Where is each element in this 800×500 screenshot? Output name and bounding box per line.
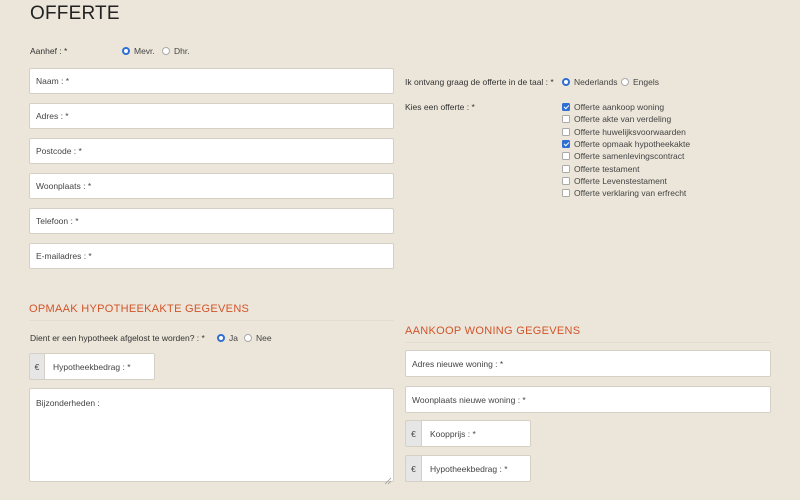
language-radio-en[interactable]: Engels: [621, 77, 659, 87]
euro-prefix: €: [405, 420, 421, 447]
salutation-label: Aanhef : *: [30, 46, 68, 56]
city-field[interactable]: Woonplaats : *: [29, 173, 394, 199]
new-city-field[interactable]: Woonplaats nieuwe woning : *: [405, 386, 771, 413]
offer-option-hypotheekakte[interactable]: Offerte opmaak hypotheekakte: [562, 138, 690, 150]
radio-unselected-icon: [162, 47, 170, 55]
offer-option-aankoop[interactable]: Offerte aankoop woning: [562, 101, 690, 113]
radio-label: Dhr.: [174, 46, 190, 56]
radio-label: Nee: [256, 333, 272, 343]
offer-choice-label: Kies een offerte : *: [405, 102, 475, 112]
mortgage-amount-field[interactable]: Hypotheekbedrag : *: [44, 353, 155, 380]
offer-option-verdeling[interactable]: Offerte akte van verdeling: [562, 113, 690, 125]
radio-selected-icon: [217, 334, 225, 342]
language-radio-nl[interactable]: Nederlands: [562, 77, 617, 87]
checkbox-label: Offerte akte van verdeling: [574, 114, 672, 125]
email-field[interactable]: E-mailadres : *: [29, 243, 394, 269]
radio-label: Engels: [633, 77, 659, 87]
new-address-field[interactable]: Adres nieuwe woning : *: [405, 350, 771, 377]
page-title: OFFERTE: [30, 3, 120, 24]
checkbox-checked-icon: [562, 140, 570, 149]
resize-handle-icon[interactable]: [384, 472, 392, 485]
radio-selected-icon: [122, 47, 130, 55]
checkbox-checked-icon: [562, 103, 570, 112]
purchase-mortgage-field[interactable]: Hypotheekbedrag : *: [421, 455, 531, 482]
checkbox-icon: [562, 164, 570, 173]
checkbox-label: Offerte opmaak hypotheekakte: [574, 139, 691, 150]
section-divider: [405, 342, 771, 343]
euro-prefix: €: [29, 353, 44, 380]
phone-field[interactable]: Telefoon : *: [29, 208, 394, 234]
radio-label: Nederlands: [574, 77, 618, 87]
mortgage-section-heading: OPMAAK HYPOTHEEKAKTE GEGEVENS: [29, 303, 250, 315]
postcode-field[interactable]: Postcode : *: [29, 138, 394, 164]
checkbox-label: Offerte testament: [574, 163, 640, 174]
radio-unselected-icon: [244, 334, 252, 342]
checkbox-label: Offerte Levenstestament: [574, 175, 667, 186]
checkbox-label: Offerte huwelijksvoorwaarden: [574, 126, 686, 137]
checkbox-icon: [562, 189, 570, 198]
radio-label: Ja: [229, 333, 238, 343]
checkbox-label: Offerte verklaring van erfrecht: [574, 188, 687, 199]
checkbox-icon: [562, 115, 570, 124]
salutation-radio-mevr[interactable]: Mevr.: [122, 46, 155, 56]
checkbox-label: Offerte samenlevingscontract: [574, 151, 685, 162]
offer-option-samenleving[interactable]: Offerte samenlevingscontract: [562, 150, 690, 162]
offer-checkbox-list: Offerte aankoop woning Offerte akte van …: [562, 101, 690, 199]
section-divider: [29, 320, 394, 321]
address-field[interactable]: Adres : *: [29, 103, 394, 129]
radio-label: Mevr.: [134, 46, 155, 56]
mortgage-question-label: Dient er een hypotheek afgelost te worde…: [30, 333, 205, 343]
checkbox-icon: [562, 127, 570, 136]
purchase-section-heading: AANKOOP WONING GEGEVENS: [405, 325, 581, 337]
euro-prefix: €: [405, 455, 421, 482]
mortgage-radio-nee[interactable]: Nee: [244, 333, 272, 343]
offer-option-huwelijk[interactable]: Offerte huwelijksvoorwaarden: [562, 126, 690, 138]
purchase-price-field[interactable]: Koopprijs : *: [421, 420, 531, 447]
name-field[interactable]: Naam : *: [29, 68, 394, 94]
salutation-radio-dhr[interactable]: Dhr.: [162, 46, 190, 56]
details-textarea[interactable]: Bijzonderheden :: [29, 388, 394, 482]
offer-option-erfrecht[interactable]: Offerte verklaring van erfrecht: [562, 187, 690, 199]
radio-unselected-icon: [621, 78, 629, 86]
checkbox-icon: [562, 152, 570, 161]
mortgage-radio-ja[interactable]: Ja: [217, 333, 238, 343]
offer-option-testament[interactable]: Offerte testament: [562, 162, 690, 174]
offer-option-levenstestament[interactable]: Offerte Levenstestament: [562, 175, 690, 187]
radio-selected-icon: [562, 78, 570, 86]
checkbox-label: Offerte aankoop woning: [574, 102, 665, 113]
language-label: Ik ontvang graag de offerte in de taal :…: [405, 77, 554, 87]
checkbox-icon: [562, 176, 570, 185]
